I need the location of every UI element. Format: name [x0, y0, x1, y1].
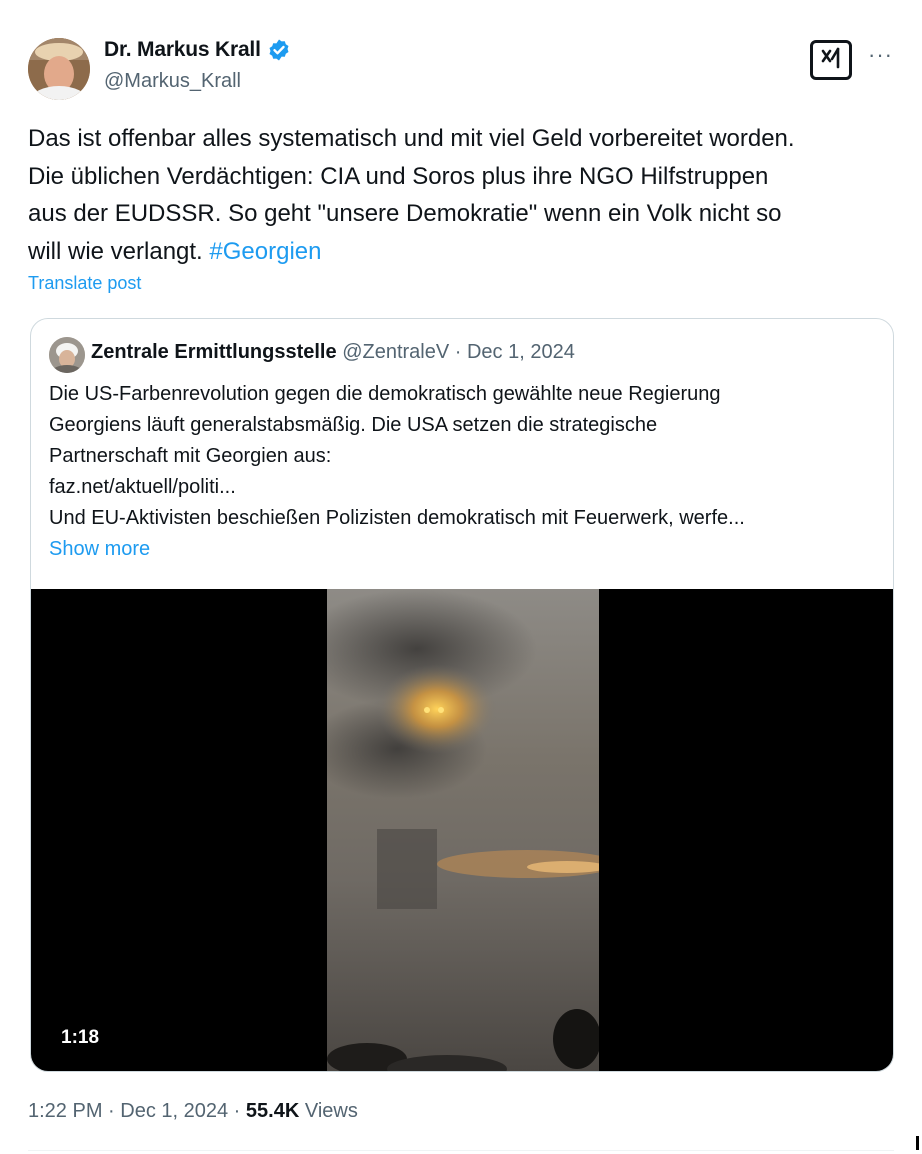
post-card: Dr. Markus Krall @Markus_Krall ··· Das i…	[0, 0, 922, 1154]
author-avatar[interactable]	[28, 38, 90, 100]
quoted-author-handle[interactable]: @ZentraleV	[342, 341, 449, 363]
grok-button[interactable]	[810, 40, 852, 80]
quoted-link: faz.net/aktuell/politi...	[49, 476, 236, 498]
separator-dot: ·	[449, 341, 467, 363]
quoted-date[interactable]: Dec 1, 2024	[467, 341, 575, 363]
grok-icon	[819, 46, 843, 75]
quoted-text-line: Partnerschaft mit Georgien aus:	[49, 445, 332, 467]
divider	[28, 1150, 894, 1151]
author-handle[interactable]: @Markus_Krall	[104, 70, 241, 93]
views-label: Views	[299, 1100, 358, 1122]
post-text-line-part: will wie verlangt.	[28, 237, 210, 265]
quoted-text-line: Und EU-Aktivisten beschießen Polizisten …	[49, 507, 745, 529]
post-text: Das ist offenbar alles systematisch und …	[28, 120, 898, 270]
quoted-text-line: Georgiens läuft generalstabsmäßig. Die U…	[49, 414, 658, 436]
post-text-line: Die üblichen Verdächtigen: CIA und Soros…	[28, 162, 769, 190]
show-more-link[interactable]: Show more	[49, 534, 879, 565]
post-date[interactable]: Dec 1, 2024	[120, 1100, 228, 1122]
author-name[interactable]: Dr. Markus Krall	[104, 38, 261, 62]
quoted-header: Zentrale Ermittlungsstelle @ZentraleV · …	[91, 341, 575, 364]
translate-post-link[interactable]: Translate post	[28, 273, 141, 294]
quoted-text: Die US-Farbenrevolution gegen die demokr…	[49, 379, 879, 565]
post-time[interactable]: 1:22 PM	[28, 1100, 102, 1122]
separator-dot: ·	[102, 1100, 121, 1122]
author-name-row[interactable]: Dr. Markus Krall	[104, 38, 291, 62]
post-text-line: Das ist offenbar alles systematisch und …	[28, 125, 795, 152]
quoted-post[interactable]: Zentrale Ermittlungsstelle @ZentraleV · …	[30, 318, 894, 1072]
quoted-text-line: Die US-Farbenrevolution gegen die demokr…	[49, 383, 721, 405]
edge-mark	[916, 1136, 919, 1150]
post-text-line: will wie verlangt. #Georgien	[28, 233, 898, 271]
verified-badge-icon	[267, 38, 291, 62]
separator-dot: ·	[228, 1100, 246, 1122]
video-duration: 1:18	[61, 1027, 100, 1048]
post-meta: 1:22 PM · Dec 1, 2024 · 55.4K Views	[28, 1100, 358, 1123]
post-text-line: aus der EUDSSR. So geht "unsere Demokrat…	[28, 200, 782, 227]
quoted-author-avatar[interactable]	[49, 337, 85, 373]
views-count: 55.4K	[245, 1100, 300, 1122]
hashtag-link[interactable]: #Georgien	[209, 238, 321, 265]
quoted-author-name[interactable]: Zentrale Ermittlungsstelle	[91, 341, 337, 363]
video-thumbnail	[327, 589, 599, 1071]
video-player[interactable]: 1:18	[31, 589, 893, 1071]
more-options-icon[interactable]: ···	[868, 44, 893, 66]
